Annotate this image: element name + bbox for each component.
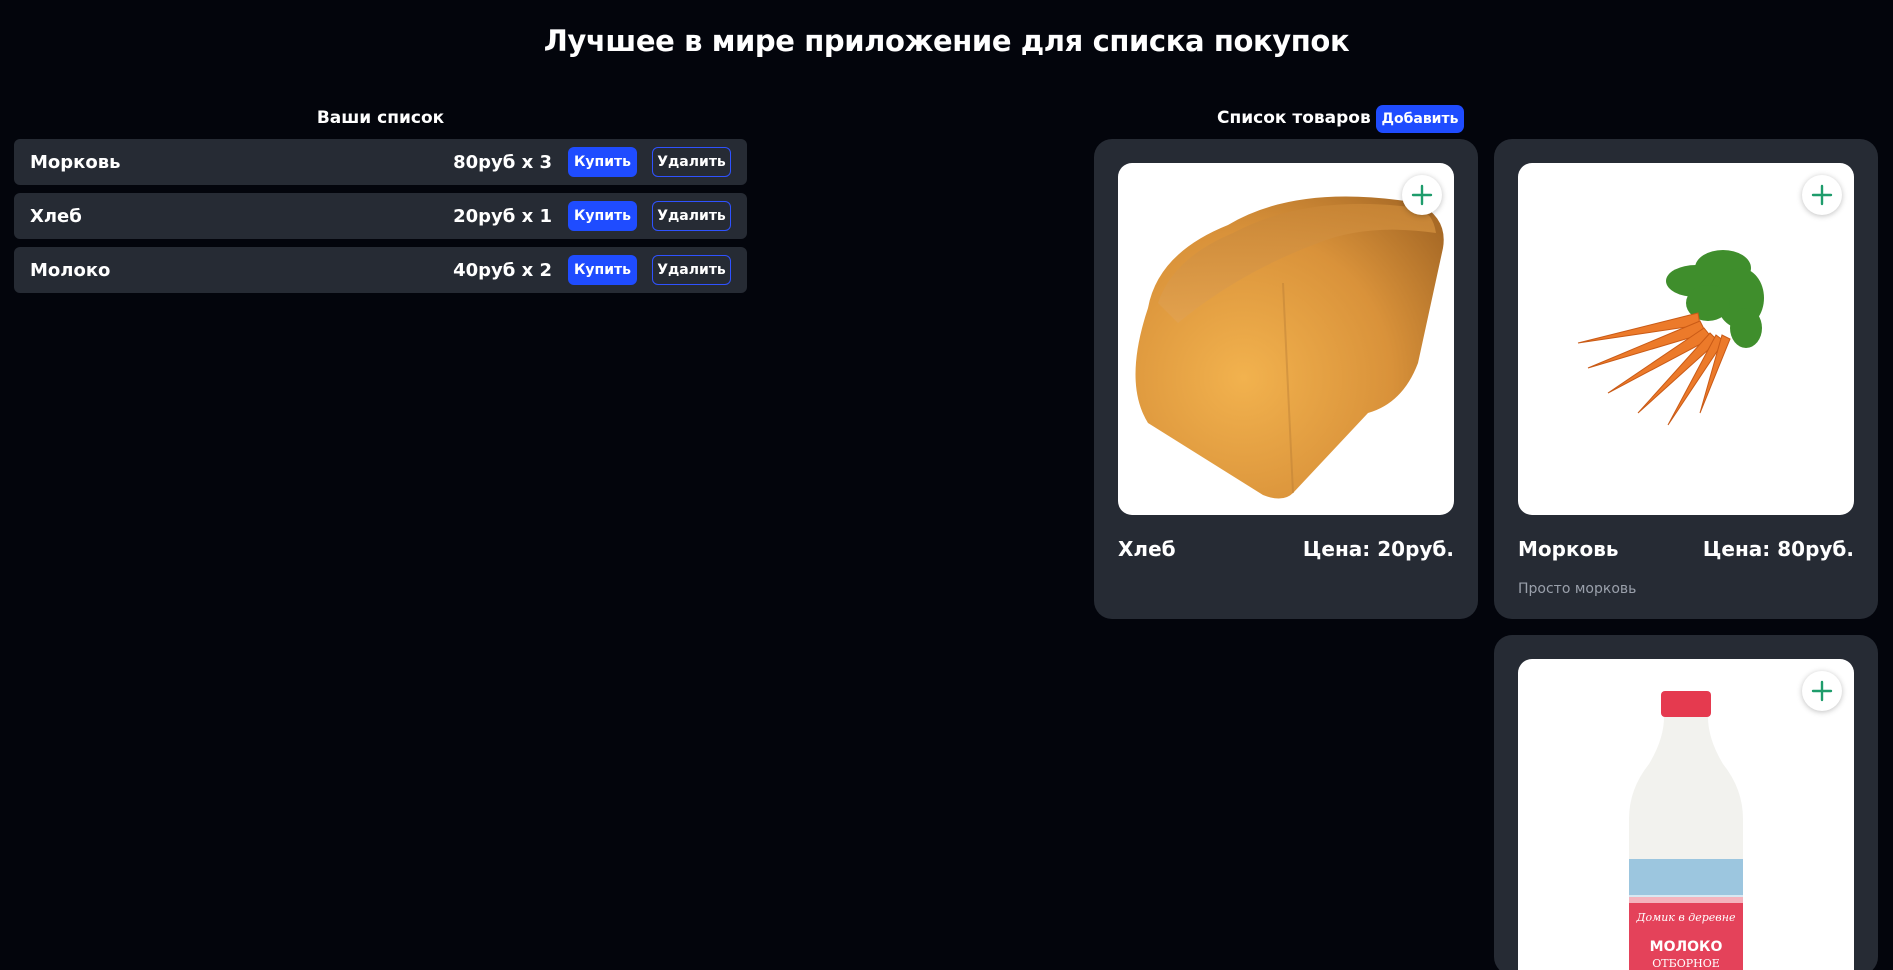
product-image-frame: Домик в деревне МОЛОКО ОТБОРНОЕ <box>1518 659 1854 970</box>
shopping-list: Морковь 80руб x 3 Купить Удалить Хлеб 20… <box>14 139 747 301</box>
delete-button[interactable]: Удалить <box>652 147 731 177</box>
milk-bottle-image: Домик в деревне МОЛОКО ОТБОРНОЕ <box>1629 691 1743 970</box>
list-item-price: 40руб x 2 <box>453 259 552 281</box>
plus-icon <box>1811 680 1833 702</box>
product-image-frame <box>1118 163 1454 515</box>
milk-label: МОЛОКО <box>1650 939 1723 955</box>
add-product-button[interactable]: Добавить <box>1376 105 1464 133</box>
list-item-name: Молоко <box>30 259 111 281</box>
list-item: Хлеб 20руб x 1 Купить Удалить <box>14 193 747 239</box>
buy-button[interactable]: Купить <box>568 201 637 231</box>
add-to-list-button[interactable] <box>1802 671 1842 711</box>
list-item-price: 20руб x 1 <box>453 205 552 227</box>
shopping-list-heading: Ваши список <box>316 108 445 128</box>
product-price: Цена: 80руб. <box>1702 537 1854 561</box>
plus-icon <box>1811 184 1833 206</box>
product-card: Морковь Цена: 80руб. Просто морковь <box>1494 139 1878 619</box>
milk-brand: Домик в деревне <box>1636 911 1736 924</box>
product-card: Хлеб Цена: 20руб. <box>1094 139 1478 619</box>
buy-button[interactable]: Купить <box>568 147 637 177</box>
product-name: Хлеб <box>1118 537 1176 561</box>
plus-icon <box>1411 184 1433 206</box>
bread-image <box>1135 196 1444 499</box>
product-image-frame <box>1518 163 1854 515</box>
list-item-name: Морковь <box>30 151 121 173</box>
add-to-list-button[interactable] <box>1802 175 1842 215</box>
milk-sublabel: ОТБОРНОЕ <box>1652 957 1720 970</box>
catalog-heading: Список товаров <box>1217 108 1371 128</box>
page-title: Лучшее в мире приложение для списка поку… <box>543 24 1350 58</box>
list-item-name: Хлеб <box>30 205 82 227</box>
buy-button[interactable]: Купить <box>568 255 637 285</box>
delete-button[interactable]: Удалить <box>652 255 731 285</box>
list-item: Молоко 40руб x 2 Купить Удалить <box>14 247 747 293</box>
carrot-image <box>1577 250 1764 426</box>
delete-button[interactable]: Удалить <box>652 201 731 231</box>
list-item: Морковь 80руб x 3 Купить Удалить <box>14 139 747 185</box>
product-price: Цена: 20руб. <box>1302 537 1454 561</box>
add-to-list-button[interactable] <box>1402 175 1442 215</box>
product-name: Морковь <box>1518 537 1619 561</box>
product-description: Просто морковь <box>1518 581 1637 597</box>
product-card: Домик в деревне МОЛОКО ОТБОРНОЕ <box>1494 635 1878 970</box>
list-item-price: 80руб x 3 <box>453 151 552 173</box>
